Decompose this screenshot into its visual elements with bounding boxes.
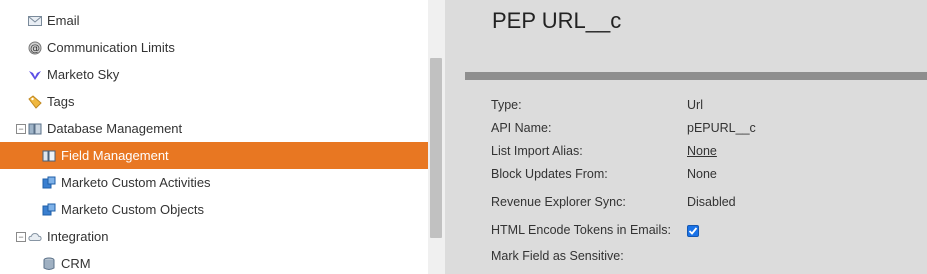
tree-item-label: CRM: [61, 256, 91, 271]
revenue-explorer-sync-label: Revenue Explorer Sync:: [491, 195, 626, 209]
tree-item-label: Marketo Custom Objects: [61, 202, 205, 217]
tree-item-email[interactable]: Email: [0, 7, 428, 34]
api-name-value: pEPURL__c: [687, 121, 756, 135]
type-label: Type:: [491, 98, 522, 112]
tree-item-label: Email: [47, 13, 80, 28]
mark-sensitive-label: Mark Field as Sensitive:: [491, 249, 624, 263]
crm-database-icon: [42, 257, 56, 271]
tree-item-integration[interactable]: − Integration: [0, 223, 428, 250]
cloud-icon: [28, 230, 42, 244]
tree-item-label: Communication Limits: [47, 40, 175, 55]
custom-activities-icon: [42, 176, 56, 190]
tree-item-label: Marketo Custom Activities: [61, 175, 211, 190]
at-sign-icon: @: [28, 41, 42, 55]
collapse-toggle-icon[interactable]: −: [16, 123, 26, 134]
tree-item-database-management[interactable]: − Database Management: [0, 115, 428, 142]
svg-text:@: @: [30, 43, 40, 54]
block-updates-label: Block Updates From:: [491, 167, 608, 181]
tree-item-marketo-custom-objects[interactable]: Marketo Custom Objects: [0, 196, 428, 223]
marketo-sky-icon: [28, 68, 42, 82]
html-encode-tokens-checkbox[interactable]: [687, 225, 699, 237]
tree-item-marketo-custom-activities[interactable]: Marketo Custom Activities: [0, 169, 428, 196]
database-icon: [28, 122, 42, 136]
email-icon: [28, 14, 42, 28]
page-title: PEP URL__c: [492, 8, 622, 33]
list-import-alias-label: List Import Alias:: [491, 144, 583, 158]
html-encode-tokens-label: HTML Encode Tokens in Emails:: [491, 223, 671, 237]
tree-item-marketo-sky[interactable]: Marketo Sky: [0, 61, 428, 88]
navigation-tree: Email @ Communication Limits Marketo Sky…: [0, 0, 428, 274]
tree-item-communication-limits[interactable]: @ Communication Limits: [0, 34, 428, 61]
tree-item-label: Marketo Sky: [47, 67, 120, 82]
type-value: Url: [687, 98, 703, 112]
tree-item-field-management[interactable]: Field Management: [0, 142, 428, 169]
api-name-label: API Name:: [491, 121, 552, 135]
tree-item-label: Tags: [47, 94, 75, 109]
custom-objects-icon: [42, 203, 56, 217]
tree-item-crm[interactable]: CRM: [0, 250, 428, 274]
tree-item-label: Field Management: [61, 148, 169, 163]
revenue-explorer-sync-value: Disabled: [687, 195, 736, 209]
field-management-icon: [42, 149, 56, 163]
tree-item-label: Database Management: [47, 121, 183, 136]
section-divider: [465, 72, 927, 80]
checkmark-icon: [688, 227, 698, 235]
field-detail-panel: PEP URL__c Type: Url API Name: pEPURL__c…: [445, 0, 927, 274]
tree-item-label: Integration: [47, 229, 109, 244]
tree-item-tags[interactable]: Tags: [0, 88, 428, 115]
block-updates-value: None: [687, 167, 717, 181]
list-import-alias-link[interactable]: None: [687, 144, 717, 158]
tree-scrollbar-thumb[interactable]: [430, 58, 442, 238]
partially-visible-item: [28, 0, 188, 6]
tag-icon: [28, 94, 42, 109]
collapse-toggle-icon[interactable]: −: [16, 231, 26, 242]
